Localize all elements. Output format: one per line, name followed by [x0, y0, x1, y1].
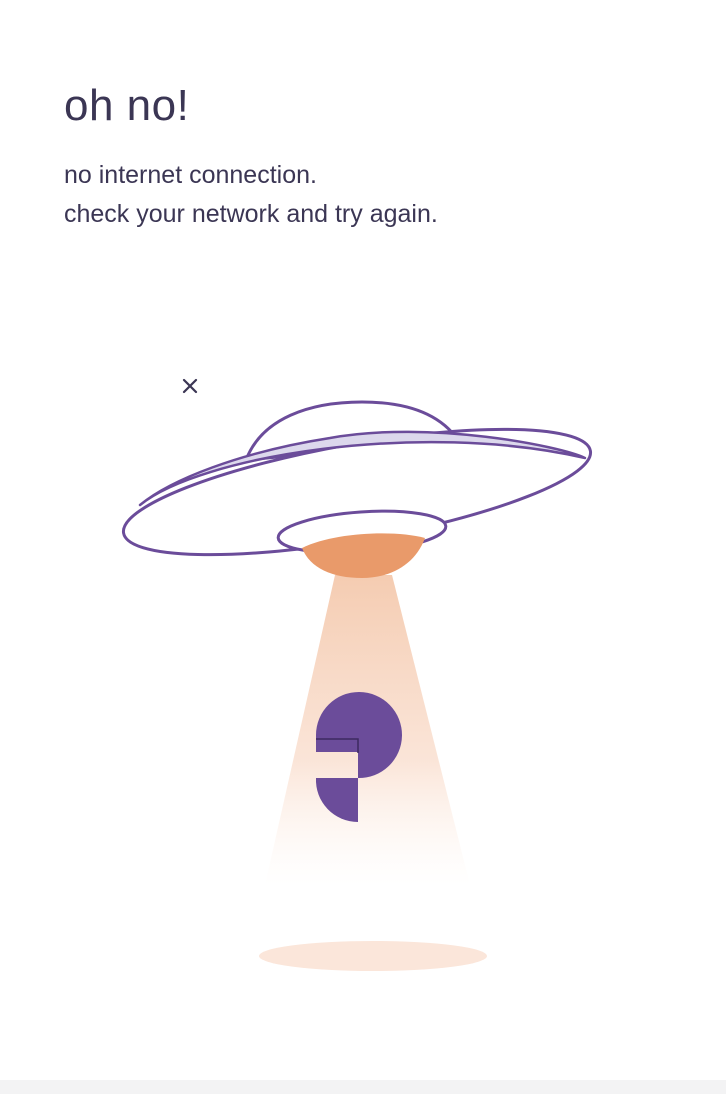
bottom-bar — [0, 1080, 726, 1094]
error-message: no internet connection. check your netwo… — [64, 156, 664, 234]
ufo-illustration — [121, 378, 593, 971]
error-headline: oh no! — [64, 81, 190, 130]
no-connection-screen: oh no! no internet connection. check you… — [0, 0, 726, 1094]
sparkle-icon — [182, 378, 198, 394]
error-message-line-2: check your network and try again. — [64, 200, 438, 228]
ground-shadow-icon — [259, 941, 487, 971]
ufo-icon — [121, 400, 593, 578]
error-message-line-1: no internet connection. — [64, 161, 317, 189]
